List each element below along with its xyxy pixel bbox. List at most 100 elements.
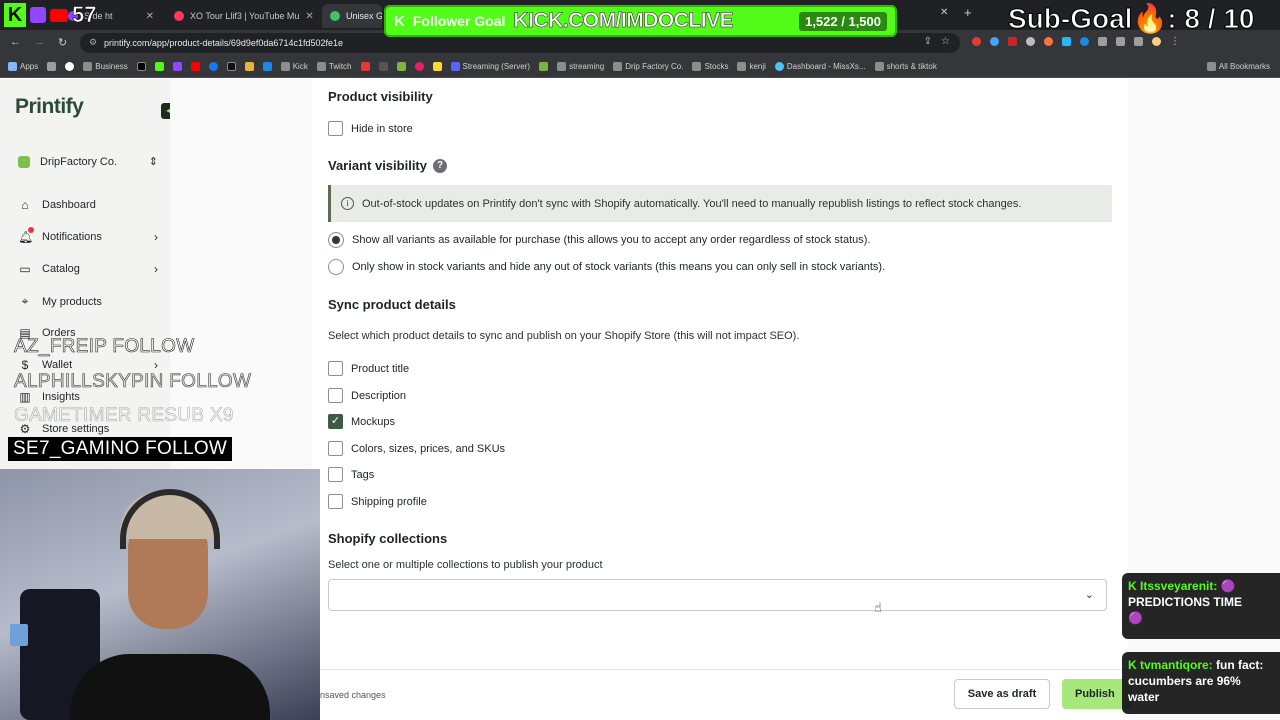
bookmark-icon-only[interactable] [360,62,370,71]
save-as-draft-button[interactable]: Save as draft [954,679,1050,709]
bookmark-icon-only[interactable] [414,62,424,71]
extension-icon[interactable] [1080,37,1089,46]
home-icon: ⌂ [21,198,29,212]
extension-icon[interactable] [1026,37,1035,46]
bookmark-icon-only[interactable] [190,62,200,71]
sync-checkbox-mockups[interactable]: ✓ Mockups [328,414,395,429]
sync-checkbox-tags[interactable]: Tags [328,467,374,482]
back-icon[interactable]: ← [10,36,21,48]
twitch-icon [30,7,46,23]
radio-button[interactable] [328,259,344,275]
bookmark-icon-only[interactable] [47,62,57,71]
bookmark-streaming-server[interactable]: Streaming (Server) [450,62,530,71]
bookmark-icon-only[interactable] [262,62,272,71]
share-icon[interactable]: ⇪ [924,36,932,47]
bookmark-stocks[interactable]: Stocks [692,62,728,71]
bookmark-icon-only[interactable] [432,62,442,71]
bookmark-star-icon[interactable]: ☆ [941,36,950,47]
printify-logo[interactable]: Printify [15,95,84,119]
store-selector[interactable]: DripFactory Co. ⇕ [18,155,158,168]
bookmark-apps[interactable]: Apps [8,62,38,71]
hide-in-store-checkbox[interactable]: Hide in store [328,121,413,136]
info-icon: i [341,197,354,210]
apps-grid-icon [8,62,17,71]
bookmark-dashboard[interactable]: Dashboard - MissXs... [774,62,866,71]
extension-icon[interactable] [972,37,981,46]
folder-icon [692,62,702,71]
close-tab-icon[interactable]: ✕ [305,11,313,22]
follower-goal-label: Follower Goal [412,13,506,29]
help-icon[interactable]: ? [433,158,447,173]
browser-tab[interactable]: XO Tour Llif3 | YouTube Mu ✕ [166,4,316,28]
bookmark-drip-factory[interactable]: Drip Factory Co. [613,62,683,71]
bookmark-icon-only[interactable] [172,62,182,71]
bookmark-kenji[interactable]: kenji [737,62,766,71]
close-tab-icon[interactable]: ✕ [940,7,948,18]
extensions-puzzle-icon[interactable] [1098,37,1107,46]
sidebar-item-catalog[interactable]: ▭ Catalog › [18,262,158,276]
checkbox-checked[interactable]: ✓ [328,414,343,429]
bookmark-business[interactable]: Business [83,62,128,71]
sync-checkbox-product-title[interactable]: Product title [328,361,409,376]
checkbox[interactable] [328,467,343,482]
media-icon[interactable] [1134,37,1143,46]
bookmark-twitch[interactable]: Twitch [316,62,352,71]
bookmark-icon-only[interactable] [208,62,218,71]
checkbox[interactable] [328,361,343,376]
follower-goal-banner: K Follower Goal KICK.COM/IMDOCLIVE 1,522… [384,5,897,37]
bookmark-icon-only[interactable] [65,62,75,71]
bookmark-icon-only[interactable] [244,62,254,71]
extension-icon[interactable] [1062,37,1071,46]
menu-icon[interactable]: ⋮ [1170,37,1180,47]
bookmark-icon-only[interactable] [136,62,146,71]
chat-username: Itssveyarenit: [1140,579,1218,593]
x-icon [136,62,146,71]
sidebar-item-wallet[interactable]: $ Wallet › [18,358,158,372]
kick-icon: K [1128,579,1140,593]
radio-show-all-variants[interactable]: Show all variants as available for purch… [328,232,870,248]
checkbox[interactable] [328,441,343,456]
bookmark-streaming[interactable]: streaming [557,62,604,71]
bookmark-icon-only[interactable] [396,62,406,71]
checkbox[interactable] [328,494,343,509]
sync-checkbox-shipping[interactable]: Shipping profile [328,494,427,509]
bookmark-kick[interactable]: Kick [280,62,308,71]
site-info-icon[interactable]: ⚙ [89,37,97,48]
bookmark-shorts[interactable]: shorts & tiktok [874,62,937,71]
new-tab-icon[interactable]: + [964,5,972,20]
extension-icon[interactable] [990,37,999,46]
extension-icon[interactable] [1044,37,1053,46]
checkbox[interactable] [328,388,343,403]
sidebar-item-dashboard[interactable]: ⌂ Dashboard [18,198,158,212]
catalog-icon: ▭ [19,262,31,276]
dollar-icon: $ [21,358,29,372]
bookmark-all[interactable]: All Bookmarks [1206,62,1270,71]
variant-visibility-title: Variant visibility ? [328,158,447,173]
extension-icon[interactable] [1008,37,1017,46]
bookmark-icon-only[interactable] [154,62,164,71]
radio-in-stock-only[interactable]: Only show in stock variants and hide any… [328,259,885,275]
bookmark-icon-only[interactable] [539,62,549,71]
sync-checkbox-description[interactable]: Description [328,388,406,403]
app-icon [432,62,442,71]
forward-icon[interactable]: → [34,36,45,48]
sidepanel-icon[interactable] [1116,37,1125,46]
shopify-collections-title: Shopify collections [328,531,448,546]
close-tab-icon[interactable]: ✕ [146,11,154,22]
collections-select[interactable]: ⌄ [328,579,1107,611]
folder-icon [613,62,623,71]
hand-cursor-icon: ☝ [874,600,882,615]
bookmark-icon-only[interactable] [226,62,236,71]
viewer-counter: K 57 [0,0,97,30]
sidebar-item-notifications[interactable]: 🔔︎ Notifications › [18,227,158,244]
reload-icon[interactable]: ↻ [58,36,67,49]
bookmark-icon-only[interactable] [378,62,388,71]
sidebar-item-my-products[interactable]: ⌖ My products [18,294,158,309]
app-icon [262,62,272,71]
checkbox[interactable] [328,121,343,136]
sync-checkbox-variants[interactable]: Colors, sizes, prices, and SKUs [328,441,505,456]
browser-tab-active[interactable]: Unisex Gar [322,4,382,28]
tiktok-icon [226,62,236,71]
radio-button-selected[interactable] [328,232,344,248]
profile-avatar[interactable] [1152,37,1161,46]
